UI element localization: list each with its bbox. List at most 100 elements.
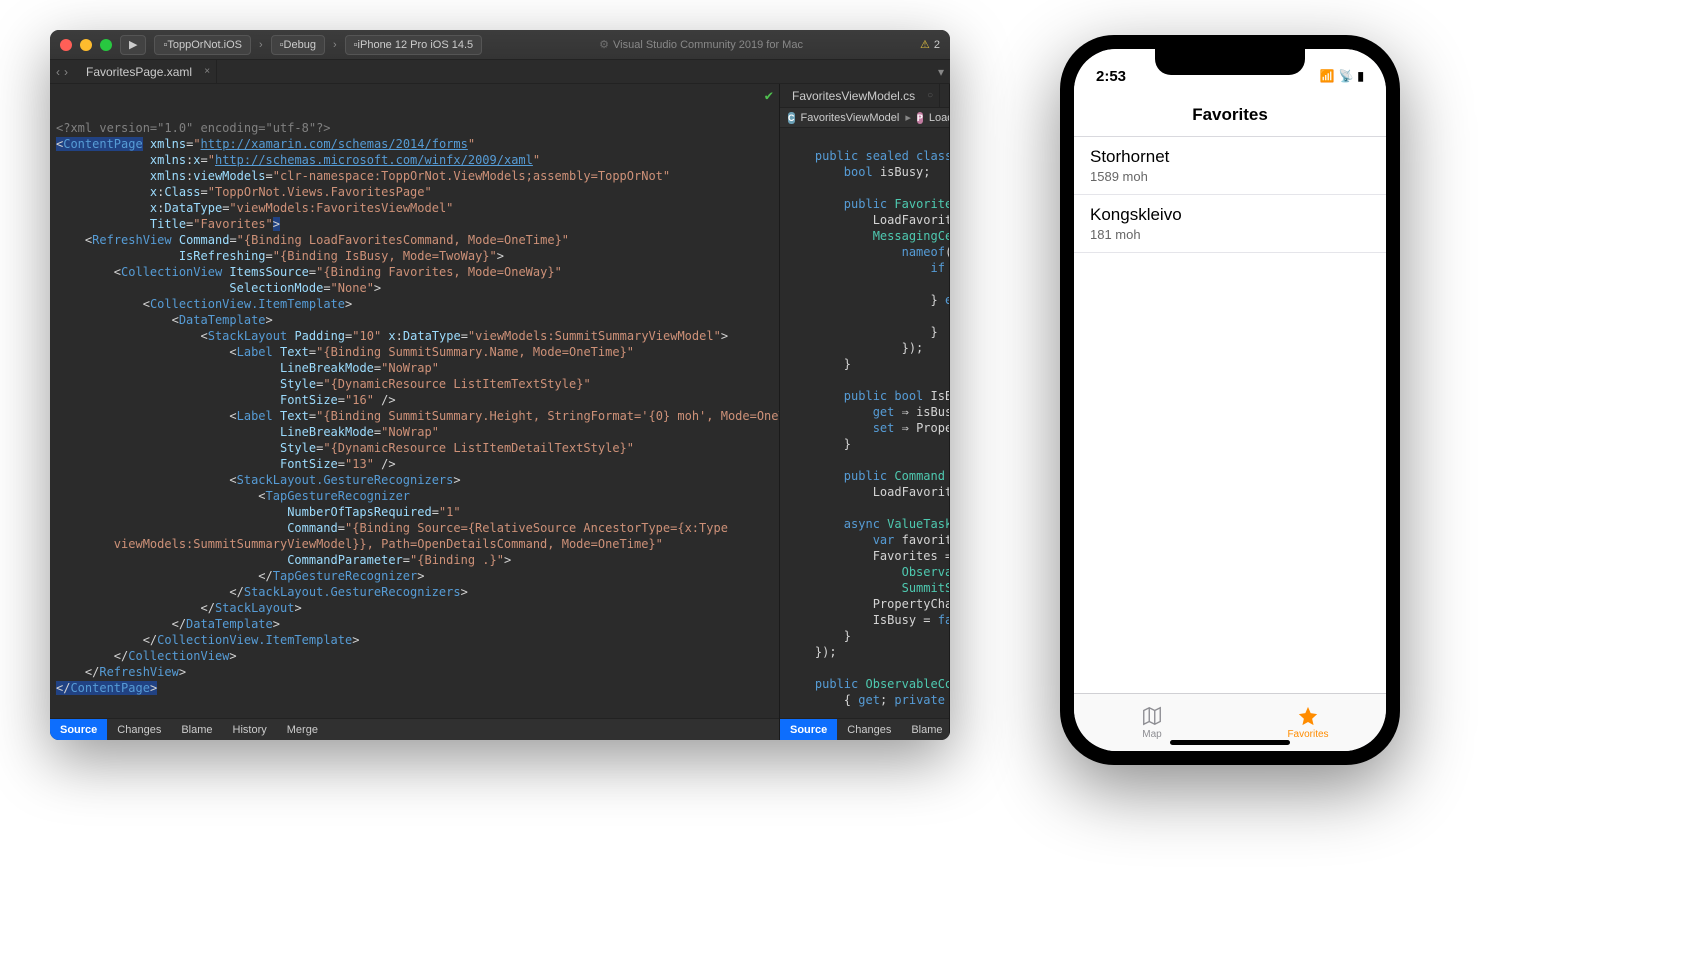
code-text: viewModels:SummitSummaryViewModel bbox=[475, 329, 713, 343]
list-item[interactable]: Kongskleivo 181 moh bbox=[1074, 195, 1386, 253]
home-indicator[interactable] bbox=[1170, 740, 1290, 745]
run-button[interactable]: ▶ bbox=[120, 35, 146, 55]
bottom-tab-source[interactable]: Source bbox=[50, 719, 107, 740]
code-text: Favorites = bbox=[873, 549, 949, 563]
code-text: http://schemas.microsoft.com/winfx/2009/… bbox=[215, 153, 533, 167]
editor-bottom-tabs-left: Source Changes Blame History Merge bbox=[50, 718, 779, 740]
code-text: PropertyChanged?.Raise bbox=[873, 597, 949, 611]
traffic-lights bbox=[60, 39, 112, 51]
code-text: if bbox=[931, 261, 945, 275]
code-text: ObservableCollection bbox=[902, 565, 949, 579]
device-selector[interactable]: ▫ iPhone 12 Pro iOS 14.5 bbox=[345, 35, 482, 55]
dropdown-icon[interactable]: ▾ bbox=[932, 65, 950, 79]
code-text: NoWrap bbox=[388, 361, 431, 375]
tab-favorites-xaml[interactable]: FavoritesPage.xaml × bbox=[74, 60, 217, 83]
code-text: (vm.IsFavorite) { bbox=[945, 261, 949, 275]
property-icon: P bbox=[917, 112, 923, 124]
item-detail: 1589 moh bbox=[1090, 169, 1370, 184]
config-name: Debug bbox=[284, 39, 316, 51]
xaml-editor[interactable]: ✔ <?xml version="1.0" encoding="utf-8"?>… bbox=[50, 84, 779, 718]
zoom-icon[interactable] bbox=[100, 39, 112, 51]
code-text: <?xml version="1.0" encoding="utf-8"?> bbox=[56, 121, 331, 135]
code-text: } bbox=[931, 293, 945, 307]
code-text: 13 bbox=[352, 457, 366, 471]
code-text: get bbox=[858, 693, 880, 707]
code-text: {Binding Favorites, Mode=OneWay} bbox=[323, 265, 554, 279]
wifi-icon: 📡 bbox=[1338, 69, 1353, 83]
code-text: PropertyChanged?.Ra bbox=[909, 421, 949, 435]
code-text: FavoritesViewModel bbox=[894, 197, 949, 211]
bottom-tab-changes[interactable]: Changes bbox=[837, 719, 901, 740]
warning-count: 2 bbox=[934, 39, 940, 51]
bottom-tab-blame[interactable]: Blame bbox=[171, 719, 222, 740]
code-text: set bbox=[945, 693, 949, 707]
code-text: (Message.FavoriteT bbox=[945, 245, 949, 259]
close-icon[interactable]: ○ bbox=[927, 90, 933, 101]
project-name: ToppOrNot.iOS bbox=[167, 39, 242, 51]
code-text: {DynamicResource ListItemDetailTextStyle… bbox=[331, 441, 627, 455]
title-center: ⚙ Visual Studio Community 2019 for Mac bbox=[490, 38, 912, 51]
code-text: isBusy; bbox=[909, 405, 949, 419]
code-text: set bbox=[873, 421, 895, 435]
star-icon bbox=[1295, 705, 1321, 727]
code-text: {DynamicResource ListItemTextStyle} bbox=[331, 377, 584, 391]
bottom-tab-changes[interactable]: Changes bbox=[107, 719, 171, 740]
code-text: LoadFavoritesCo bbox=[945, 469, 949, 483]
minimize-icon[interactable] bbox=[80, 39, 92, 51]
editor-tabs: ‹ › FavoritesPage.xaml × ▾ bbox=[50, 60, 950, 84]
list-item[interactable]: Storhornet 1589 moh bbox=[1074, 137, 1386, 195]
project-selector[interactable]: ▫ ToppOrNot.iOS bbox=[154, 35, 251, 55]
code-text: favorites = bbox=[894, 533, 949, 547]
signal-icon: 📶 bbox=[1319, 69, 1334, 83]
iphone-simulator: 2:53 📶 📡 ▮ Favorites Storhornet 1589 moh… bbox=[1060, 35, 1400, 765]
nav-forward-icon[interactable]: › bbox=[64, 65, 68, 79]
code-text: {Binding SummitSummary.Height, StringFor… bbox=[323, 409, 779, 423]
nav-back-icon[interactable]: ‹ bbox=[56, 65, 60, 79]
item-name: Kongskleivo bbox=[1090, 205, 1370, 225]
code-text: else bbox=[945, 293, 949, 307]
code-text: LoadFavoritesCommand.Execu bbox=[873, 213, 949, 227]
bottom-tab-history[interactable]: History bbox=[223, 719, 277, 740]
tab-label: FavoritesViewModel.cs bbox=[792, 89, 915, 103]
config-selector[interactable]: ▫ Debug bbox=[271, 35, 325, 55]
code-text: private bbox=[894, 693, 945, 707]
map-icon bbox=[1139, 705, 1165, 727]
code-text: IsBusy = bbox=[873, 613, 938, 627]
device-name: iPhone 12 Pro iOS 14.5 bbox=[358, 39, 474, 51]
code-text: async bbox=[844, 517, 880, 531]
code-text: clr-namespace:ToppOrNot.ViewModels;assem… bbox=[280, 169, 663, 183]
page-title: Favorites bbox=[1192, 105, 1268, 125]
bottom-tab-source[interactable]: Source bbox=[780, 719, 837, 740]
code-text: false bbox=[938, 613, 949, 627]
bottom-tab-merge[interactable]: Merge bbox=[277, 719, 328, 740]
tab-label: FavoritesPage.xaml bbox=[86, 65, 192, 79]
bottom-tab-blame[interactable]: Blame bbox=[901, 719, 950, 740]
code-text: {Binding .} bbox=[417, 553, 496, 567]
ide-window: ▶ ▫ ToppOrNot.iOS › ▫ Debug › ▫ iPhone 1… bbox=[50, 30, 950, 740]
product-name: Visual Studio Community 2019 for Mac bbox=[613, 39, 803, 51]
tab-label: Map bbox=[1142, 729, 1161, 740]
code-text: var bbox=[873, 533, 895, 547]
close-icon[interactable] bbox=[60, 39, 72, 51]
code-text: SummitSummaryViewMod bbox=[902, 581, 949, 595]
breadcrumb-class: FavoritesViewModel bbox=[801, 112, 900, 124]
code-text: isBusy; bbox=[880, 165, 931, 179]
close-icon[interactable]: × bbox=[204, 66, 210, 77]
editor-right-pane: FavoritesViewModel.cs ○ C FavoritesViewM… bbox=[780, 84, 950, 740]
breadcrumb-bar[interactable]: C FavoritesViewModel ▸ P LoadFavoritesCo… bbox=[780, 108, 949, 128]
code-text: http://xamarin.com/schemas/2014/forms bbox=[201, 137, 468, 151]
code-text: nameof bbox=[902, 245, 945, 259]
csharp-editor[interactable]: public sealed class FavoritesViewM bool … bbox=[780, 128, 949, 718]
editor-bottom-tabs-right: Source Changes Blame History Merge bbox=[780, 718, 949, 740]
tab-viewmodel-cs[interactable]: FavoritesViewModel.cs ○ bbox=[780, 84, 940, 107]
code-text: {Binding Source={RelativeSource Ancestor… bbox=[352, 521, 728, 535]
code-text: Command bbox=[894, 469, 945, 483]
code-text: Favorites bbox=[201, 217, 266, 231]
item-detail: 181 moh bbox=[1090, 227, 1370, 242]
code-text: None bbox=[338, 281, 367, 295]
warnings-indicator[interactable]: 2 bbox=[920, 38, 940, 51]
iphone-notch bbox=[1155, 49, 1305, 75]
code-text: viewModels:SummitSummaryViewModel}}, Pat… bbox=[114, 537, 656, 551]
favorites-list[interactable]: Storhornet 1589 moh Kongskleivo 181 moh bbox=[1074, 137, 1386, 693]
item-name: Storhornet bbox=[1090, 147, 1370, 167]
